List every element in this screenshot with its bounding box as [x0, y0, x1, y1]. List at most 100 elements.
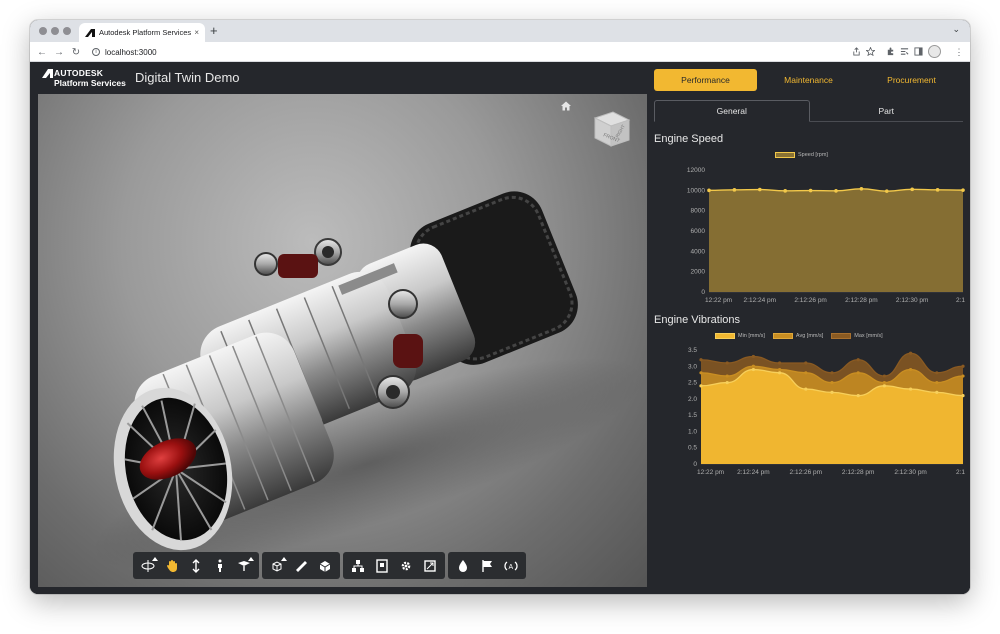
vibration-max-point[interactable] — [778, 361, 782, 365]
tab-close-icon[interactable]: × — [194, 28, 199, 37]
reading-list-icon[interactable] — [900, 47, 909, 56]
vibration-avg-point[interactable] — [856, 371, 860, 375]
tab-procurement[interactable]: Procurement — [860, 69, 963, 91]
speed-point[interactable] — [859, 187, 864, 191]
speed-point[interactable] — [910, 187, 914, 192]
profile-avatar[interactable] — [928, 45, 941, 58]
tab-search-icon[interactable]: ⌄ — [952, 24, 960, 35]
vibration-max-point[interactable] — [751, 354, 755, 359]
speed-point[interactable] — [961, 188, 965, 192]
orbit-tool-icon[interactable] — [137, 555, 159, 577]
bookmark-star-icon[interactable] — [866, 47, 875, 56]
pan-tool-icon[interactable] — [161, 555, 183, 577]
vibration-min-point[interactable] — [830, 390, 834, 394]
tab-general[interactable]: General — [654, 100, 810, 122]
vibration-min-point[interactable] — [804, 387, 808, 391]
vibration-avg-point[interactable] — [935, 380, 939, 385]
engine-speed-chart[interactable]: 02000400060008000100001200012:22 pm 2:12:… — [647, 160, 970, 320]
zoom-tool-icon[interactable] — [185, 555, 207, 577]
viewcube-widget[interactable]: FRONT RIGHT — [591, 108, 633, 150]
speed-point[interactable] — [885, 189, 889, 193]
vibration-max-point[interactable] — [699, 358, 703, 362]
forward-button[interactable]: → — [52, 45, 66, 59]
more-menu-icon[interactable]: ⋮ — [952, 45, 966, 59]
tab-part[interactable]: Part — [810, 100, 964, 122]
url-text: localhost:3000 — [105, 47, 157, 57]
vibration-avg-point[interactable] — [778, 367, 782, 372]
vibration-min-point[interactable] — [725, 380, 729, 385]
vibration-max-point[interactable] — [909, 351, 913, 355]
speed-point[interactable] — [783, 189, 787, 193]
vibration-avg-point[interactable] — [725, 374, 729, 378]
home-icon[interactable] — [560, 100, 572, 112]
vibration-avg-point[interactable] — [882, 380, 886, 385]
properties-icon[interactable] — [371, 555, 393, 577]
vibration-avg-point[interactable] — [804, 371, 808, 375]
sensors-icon[interactable]: A — [500, 555, 522, 577]
vibration-min-point[interactable] — [778, 371, 782, 375]
site-info-icon[interactable]: i — [92, 48, 100, 56]
legend-item-speed[interactable]: Speed [rpm] — [775, 152, 828, 158]
vibration-min-point[interactable] — [909, 387, 913, 391]
side-panel-icon[interactable] — [914, 47, 923, 56]
section-tool-icon[interactable] — [314, 555, 336, 577]
address-bar[interactable]: i localhost:3000 — [92, 45, 837, 59]
back-button[interactable]: ← — [35, 45, 49, 59]
minimize-window-dot[interactable] — [51, 27, 59, 35]
vibration-min-point[interactable] — [961, 394, 965, 398]
vibration-min-point[interactable] — [699, 384, 703, 388]
engine-vibrations-legend: Min [mm/s] Avg [mm/s] Max [mm/s] — [715, 333, 883, 339]
tab-strip: Autodesk Platform Services: D × + ⌄ — [30, 20, 970, 42]
vibration-max-point[interactable] — [856, 358, 860, 362]
autodesk-logo[interactable]: AUTODESK Platform Services — [42, 68, 128, 88]
issues-flag-icon[interactable] — [476, 555, 498, 577]
legend-item-avg[interactable]: Avg [mm/s] — [772, 333, 823, 339]
speed-point[interactable] — [732, 188, 737, 192]
vibration-max-point[interactable] — [961, 364, 965, 368]
vibration-max-point[interactable] — [804, 361, 808, 365]
vibration-avg-point[interactable] — [909, 367, 913, 372]
engine-vibrations-chart[interactable]: 0 0.5 1.0 1.5 2.0 2.5 3.0 3.5 12:22 pm 2:12:24 pm… — [647, 342, 970, 492]
vibration-max-point[interactable] — [830, 371, 834, 375]
settings-gear-icon[interactable] — [395, 555, 417, 577]
camera-tool-icon[interactable] — [233, 555, 255, 577]
heatmap-drop-icon[interactable] — [452, 555, 474, 577]
vibration-min-point[interactable] — [856, 394, 860, 398]
speed-area — [709, 188, 963, 292]
share-icon[interactable] — [852, 47, 861, 56]
tab-maintenance[interactable]: Maintenance — [757, 69, 860, 91]
speed-point[interactable] — [758, 187, 762, 192]
new-tab-button[interactable]: + — [210, 23, 218, 38]
vibration-min-point[interactable] — [751, 367, 755, 372]
speed-point[interactable] — [834, 189, 838, 193]
speed-point[interactable] — [935, 188, 940, 192]
extensions-icon[interactable] — [886, 47, 895, 56]
vibration-max-point[interactable] — [725, 361, 729, 365]
vibration-min-point[interactable] — [935, 390, 939, 394]
speed-xtick-label: 2:1 — [956, 297, 965, 304]
vibration-avg-point[interactable] — [830, 380, 834, 385]
speed-point[interactable] — [707, 188, 711, 193]
reload-button[interactable]: ↻ — [69, 45, 83, 59]
vibration-max-point[interactable] — [882, 374, 886, 378]
vibration-avg-point[interactable] — [961, 374, 965, 378]
vibration-avg-point[interactable] — [699, 371, 703, 375]
speed-point[interactable] — [808, 188, 813, 193]
3d-viewer[interactable]: FRONT RIGHT A — [38, 94, 647, 587]
measure-tool-icon[interactable] — [290, 555, 312, 577]
maximize-window-dot[interactable] — [63, 27, 71, 35]
browser-tab[interactable]: Autodesk Platform Services: D × — [79, 23, 205, 42]
legend-item-max[interactable]: Max [mm/s] — [831, 333, 883, 339]
tab-performance[interactable]: Performance — [654, 69, 757, 91]
model-browser-icon[interactable] — [347, 555, 369, 577]
explode-tool-icon[interactable] — [266, 555, 288, 577]
close-window-dot[interactable] — [39, 27, 47, 35]
walk-tool-icon[interactable] — [209, 555, 231, 577]
speed-xtick-label: 2:12:26 pm — [794, 297, 827, 304]
vibration-min-point[interactable] — [882, 384, 886, 388]
vibration-max-point[interactable] — [935, 371, 939, 375]
fullscreen-icon[interactable] — [419, 555, 441, 577]
jet-engine-model[interactable] — [38, 94, 647, 587]
vibration-avg-point[interactable] — [751, 364, 755, 368]
legend-item-min[interactable]: Min [mm/s] — [715, 333, 765, 339]
